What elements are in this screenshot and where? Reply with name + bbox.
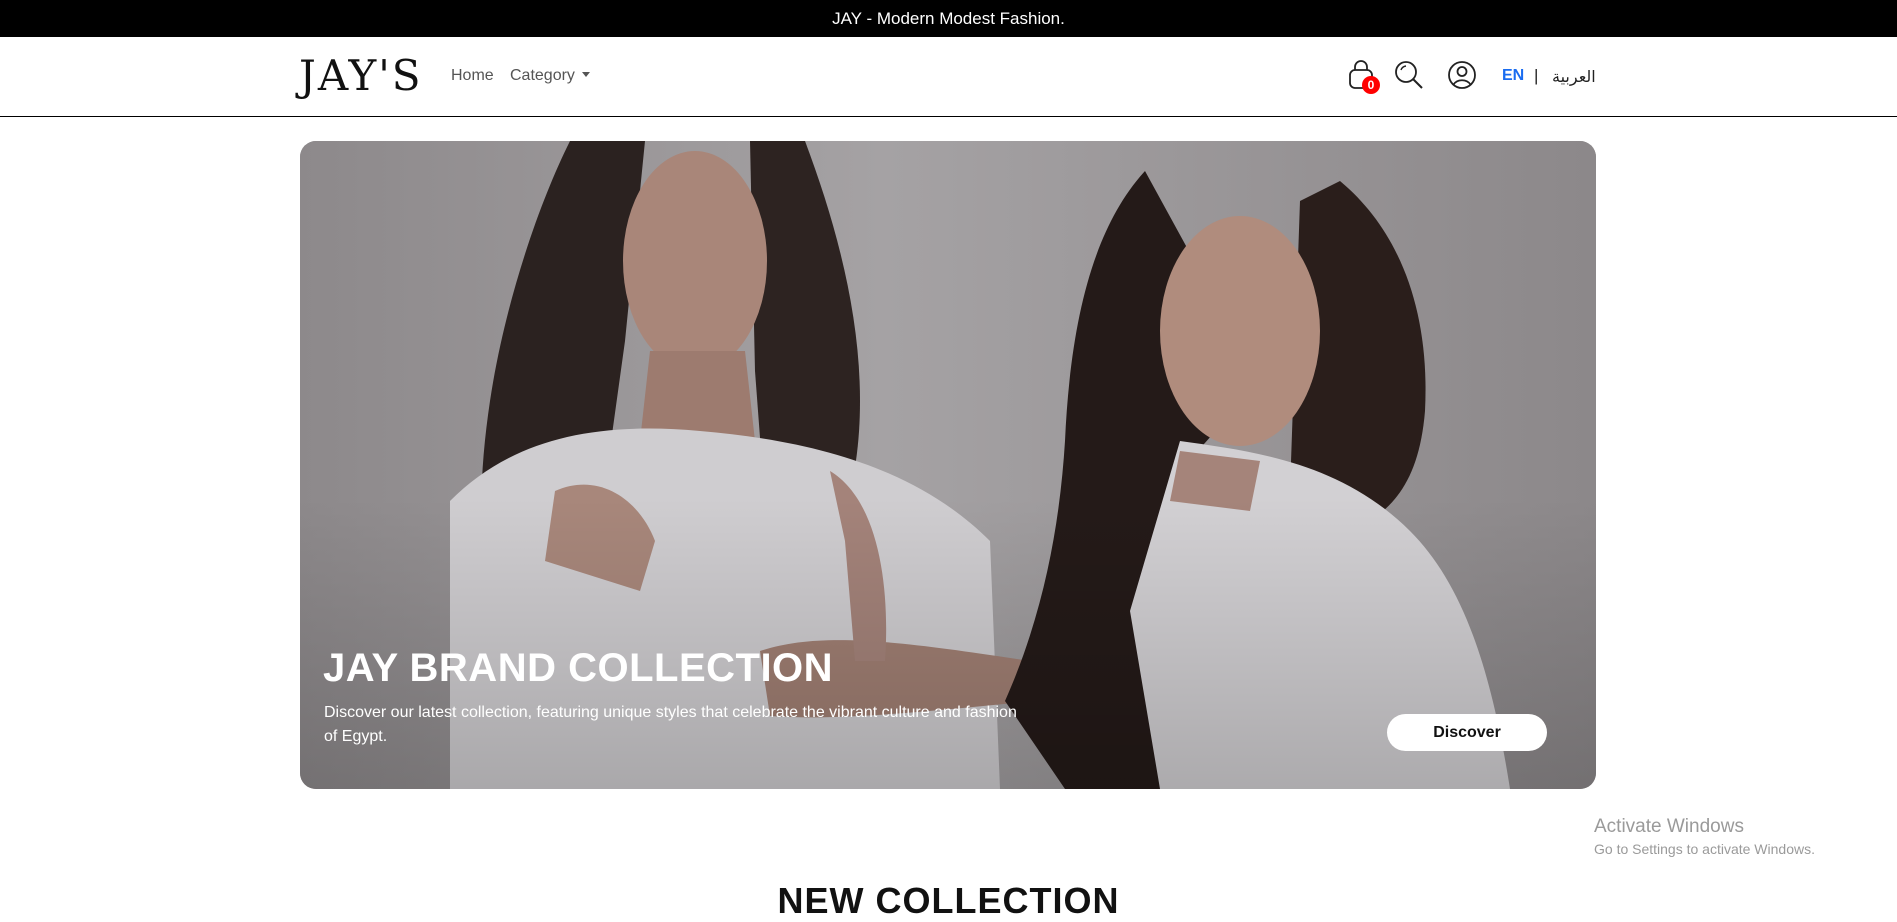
search-button[interactable] (1393, 59, 1427, 93)
windows-activation-watermark: Activate Windows Go to Settings to activ… (1594, 816, 1815, 857)
search-icon (1395, 61, 1423, 89)
section-title: NEW COLLECTION (777, 880, 1120, 921)
cart-button[interactable]: 0 (1346, 59, 1380, 94)
brand-logo[interactable]: JAY'S (299, 51, 423, 101)
lang-ar-link[interactable]: العربية (1552, 67, 1596, 87)
account-button[interactable] (1446, 59, 1480, 93)
hero-title: JAY BRAND COLLECTION (323, 646, 834, 690)
cart-count-badge: 0 (1362, 76, 1380, 94)
nav-home-label: Home (451, 67, 494, 84)
announcement-text: JAY - Modern Modest Fashion. (832, 8, 1065, 28)
watermark-subtitle: Go to Settings to activate Windows. (1594, 841, 1815, 857)
user-icon (1448, 61, 1476, 89)
hero-banner: JAY BRAND COLLECTION Discover our latest… (300, 141, 1596, 789)
nav-home-link[interactable]: Home (451, 67, 494, 85)
watermark-title: Activate Windows (1594, 816, 1744, 837)
hero-overlay (300, 141, 1596, 789)
navbar: JAY'S Home Category 0 EN | العربية (0, 37, 1897, 117)
nav-category-dropdown[interactable]: Category (510, 67, 590, 85)
announcement-bar: JAY - Modern Modest Fashion. (0, 0, 1897, 37)
nav-category-label: Category (510, 67, 575, 84)
discover-button[interactable]: Discover (1387, 714, 1547, 751)
lang-en-link[interactable]: EN (1502, 67, 1524, 85)
caret-down-icon (581, 72, 590, 77)
lang-separator: | (1534, 66, 1539, 85)
hero-description: Discover our latest collection, featurin… (324, 704, 1017, 745)
